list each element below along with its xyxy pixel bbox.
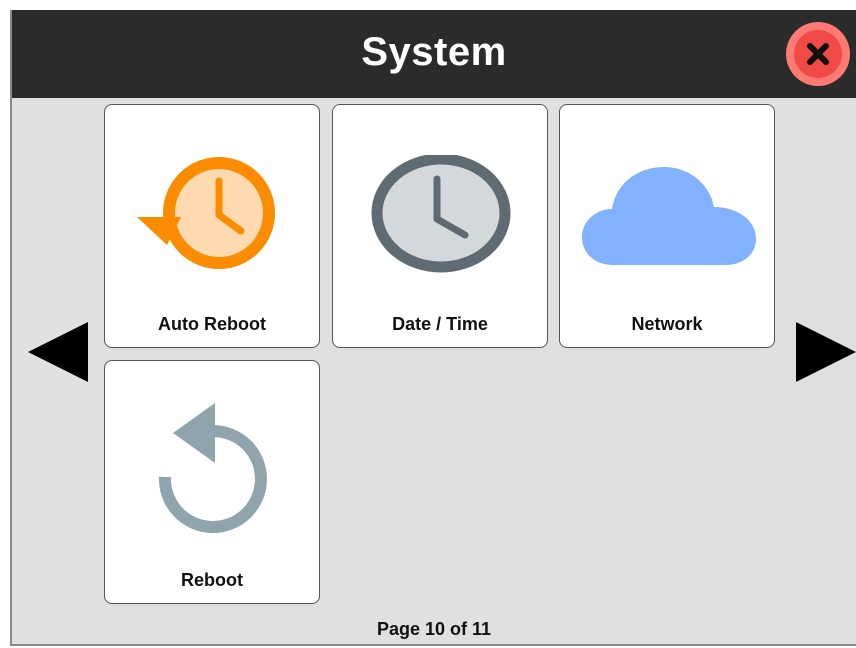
tile-label: Reboot bbox=[181, 570, 243, 590]
next-page-button[interactable] bbox=[794, 320, 856, 389]
close-icon bbox=[807, 43, 829, 65]
previous-page-button[interactable] bbox=[26, 320, 90, 389]
system-window: System Auto Reboot Date / Time Network R… bbox=[10, 10, 856, 646]
auto-reboot-clock-icon bbox=[137, 157, 275, 269]
clock-icon bbox=[371, 155, 511, 273]
close-button[interactable] bbox=[786, 22, 850, 86]
tile-label: Date / Time bbox=[392, 314, 488, 334]
tile-network[interactable]: Network bbox=[559, 104, 775, 348]
reboot-arrow-icon bbox=[158, 403, 267, 533]
arrow-right-icon bbox=[796, 322, 856, 382]
tile-label: Network bbox=[631, 314, 703, 334]
tile-date-time[interactable]: Date / Time bbox=[332, 104, 548, 348]
page-title: System bbox=[361, 30, 507, 74]
arrow-left-icon bbox=[28, 322, 88, 382]
tile-label: Auto Reboot bbox=[158, 314, 266, 334]
cloud-icon bbox=[582, 167, 756, 265]
header-bar: System bbox=[12, 10, 856, 98]
tile-auto-reboot[interactable]: Auto Reboot bbox=[104, 104, 320, 348]
page-indicator: Page 10 of 11 bbox=[376, 619, 492, 639]
tile-reboot[interactable]: Reboot bbox=[104, 360, 320, 604]
